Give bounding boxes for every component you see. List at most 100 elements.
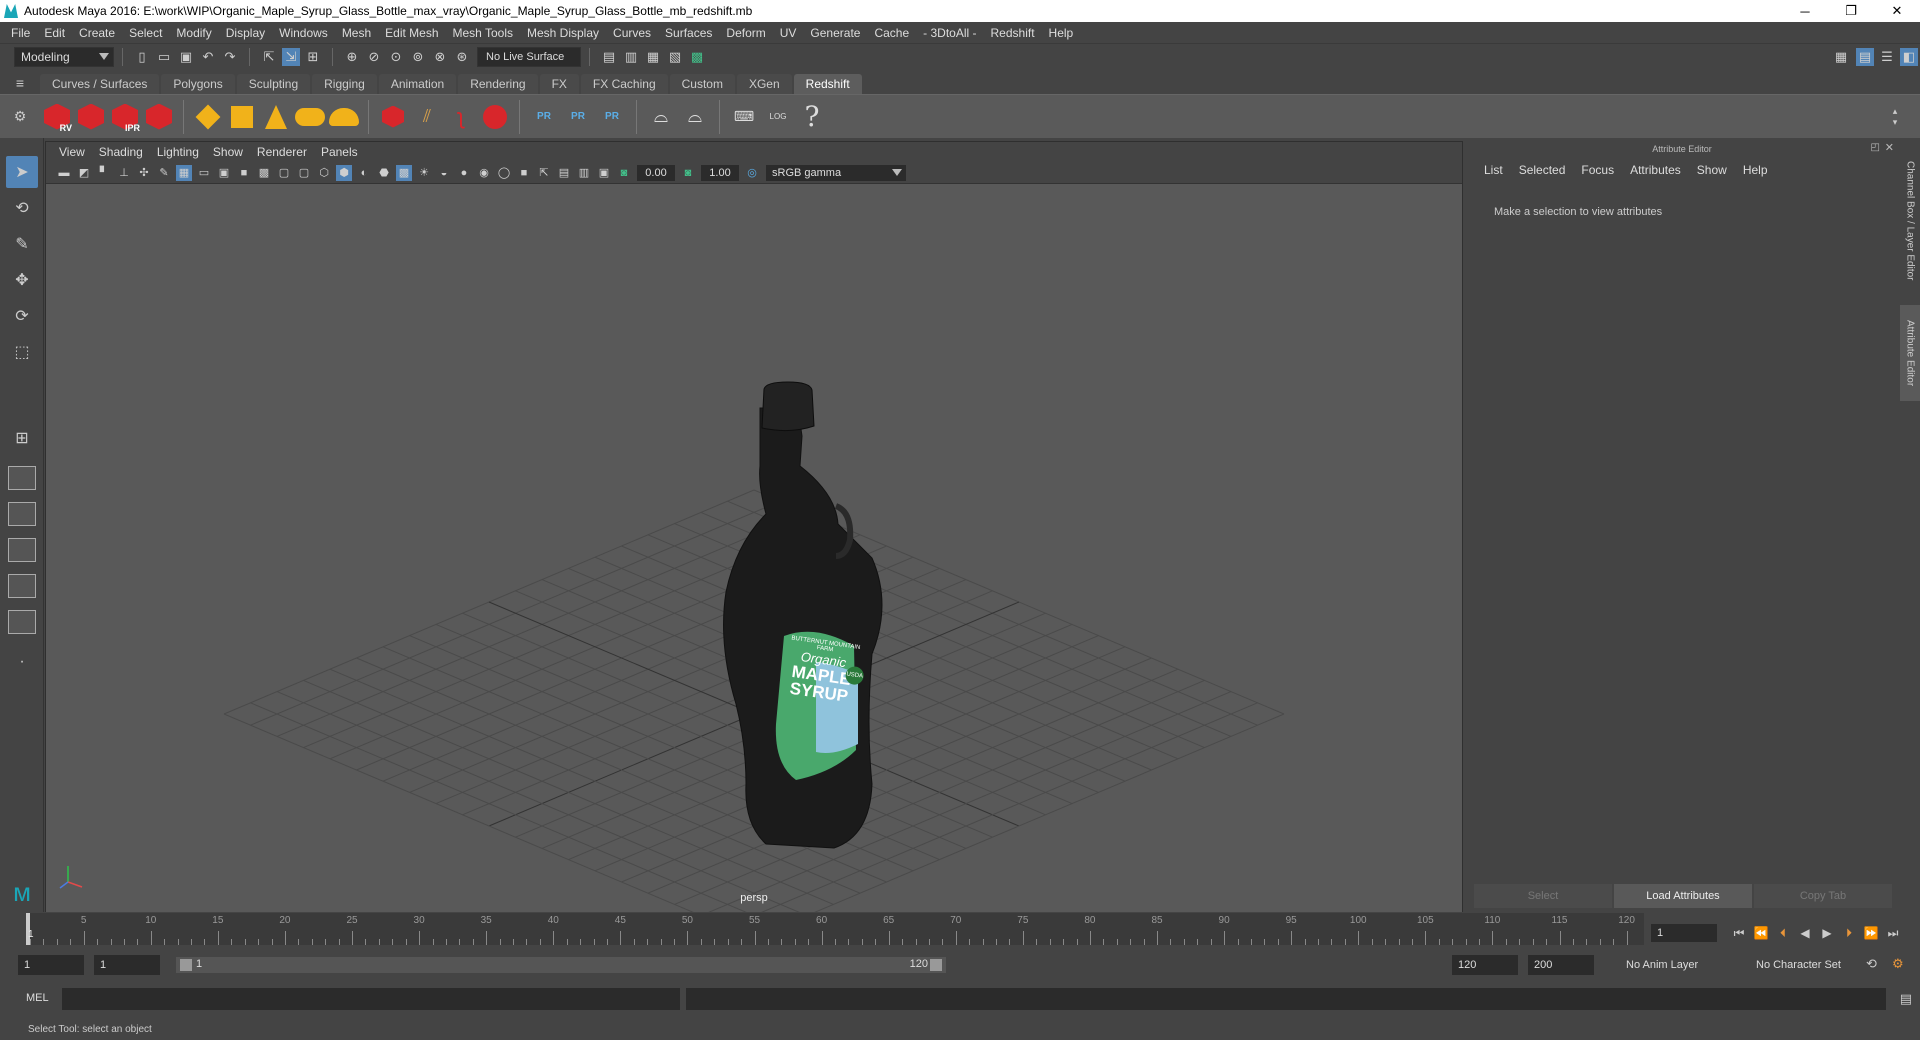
camera-attributes-icon[interactable]: ◩ [76, 165, 92, 181]
resolution-gate-icon[interactable]: ▣ [216, 165, 232, 181]
shelf-menu-icon[interactable]: ≡ [0, 72, 40, 94]
play-forwards-icon[interactable]: ▶ [1816, 926, 1838, 940]
single-perspective-layout-icon[interactable]: ⊞ [6, 422, 38, 454]
screen-space-ao-icon[interactable]: ● [456, 165, 472, 181]
depth-of-field-icon[interactable]: ■ [516, 165, 532, 181]
workspace-icon[interactable]: ▦ [1832, 48, 1850, 66]
exposure-icon[interactable]: ◙ [616, 165, 632, 181]
panel-menu-view[interactable]: View [52, 145, 92, 159]
menu-select[interactable]: Select [122, 26, 169, 40]
shelf-tab-fx[interactable]: FX [539, 74, 579, 94]
motion-blur-icon[interactable]: ◉ [476, 165, 492, 181]
toggle-ui-icon[interactable]: ◧ [1900, 48, 1918, 66]
ae-menu-focus[interactable]: Focus [1573, 163, 1622, 177]
redshift-material-icon[interactable]: ⌓ [646, 100, 676, 134]
menu-file[interactable]: File [4, 26, 37, 40]
snap-grid-icon[interactable]: ⊕ [343, 48, 361, 66]
shelf-tab-animation[interactable]: Animation [378, 74, 457, 94]
view-transform-dropdown[interactable]: sRGB gamma [766, 164, 906, 181]
range-slider-start-handle[interactable] [180, 959, 192, 971]
menu-edit-mesh[interactable]: Edit Mesh [378, 26, 445, 40]
redshift-portal-light-icon[interactable] [227, 100, 257, 134]
film-gate-icon[interactable]: ▭ [196, 165, 212, 181]
ae-menu-list[interactable]: List [1476, 163, 1511, 177]
playback-end-field[interactable]: 120 [1452, 955, 1518, 975]
shelf-tab-redshift[interactable]: Redshift [793, 74, 862, 94]
close-button[interactable]: ✕ [1874, 0, 1920, 22]
save-scene-icon[interactable]: ▣ [177, 48, 195, 66]
step-forward-frame-icon[interactable]: ⏵ [1838, 926, 1860, 941]
perspective-viewport[interactable]: BUTTERNUT MOUNTAIN FARM Organic MAPLE SY… [46, 184, 1462, 912]
undo-icon[interactable]: ↶ [199, 48, 217, 66]
bookmarks-icon[interactable]: ▘ [96, 165, 112, 181]
redo-icon[interactable]: ↷ [221, 48, 239, 66]
custom-layout-icon[interactable] [8, 610, 36, 634]
menu-deform[interactable]: Deform [719, 26, 772, 40]
gamma-field[interactable]: 1.00 [701, 164, 739, 181]
animation-prefs-icon[interactable]: ⚙ [1892, 956, 1904, 972]
shelf-options-icon[interactable]: ⚙ [0, 106, 40, 128]
menu-uv[interactable]: UV [773, 26, 804, 40]
ae-menu-show[interactable]: Show [1689, 163, 1735, 177]
rotate-tool-icon[interactable]: ⟳ [6, 300, 38, 332]
ae-menu-help[interactable]: Help [1735, 163, 1776, 177]
menu-modify[interactable]: Modify [169, 26, 218, 40]
step-back-key-icon[interactable]: ⏪ [1750, 926, 1772, 940]
select-camera-icon[interactable]: ▬ [56, 165, 72, 181]
shelf-tab-xgen[interactable]: XGen [736, 74, 792, 94]
menu-3dtoall[interactable]: - 3DtoAll - [916, 26, 983, 40]
menu-windows[interactable]: Windows [272, 26, 335, 40]
command-input[interactable] [62, 988, 680, 1010]
range-slider-end-handle[interactable] [930, 959, 942, 971]
image-plane-icon[interactable]: ⊥ [116, 165, 132, 181]
help-icon[interactable]: ? [797, 100, 827, 134]
redshift-proxy-import-icon[interactable]: PR [529, 100, 559, 134]
redshift-ies-light-icon[interactable] [295, 100, 325, 134]
shelf-scroll-icon[interactable]: ▴ ▾ [1880, 100, 1910, 134]
time-slider[interactable]: 5 10 15 20 25 30 35 40 45 50 55 60 65 70 75 80 85 90 95 100… [26, 913, 1644, 945]
shelf-tab-fx-caching[interactable]: FX Caching [580, 74, 668, 94]
textured-icon[interactable]: ▩ [396, 164, 412, 181]
float-panel-icon[interactable]: ◰ [1871, 142, 1880, 153]
menuset-dropdown[interactable]: Modeling [14, 47, 114, 67]
hypershade-icon[interactable]: ▩ [688, 48, 706, 66]
render-view-icon[interactable]: ▧ [666, 48, 684, 66]
redshift-curve-icon[interactable]: ʅ [446, 100, 476, 134]
snap-curve-icon[interactable]: ⊘ [365, 48, 383, 66]
ae-menu-attributes[interactable]: Attributes [1622, 163, 1689, 177]
color-management-icon[interactable]: ◎ [744, 165, 760, 181]
select-tool-icon[interactable]: ➤ [6, 156, 38, 188]
redshift-sphere-icon[interactable] [480, 100, 510, 134]
select-button[interactable]: Select [1474, 884, 1612, 908]
snap-view-plane-icon[interactable]: ⊚ [409, 48, 427, 66]
menu-create[interactable]: Create [72, 26, 122, 40]
live-surface-field[interactable]: No Live Surface [477, 47, 581, 67]
shelf-tab-sculpting[interactable]: Sculpting [236, 74, 311, 94]
open-scene-icon[interactable]: ▭ [155, 48, 173, 66]
redshift-render-view-icon[interactable]: RV [42, 100, 72, 134]
script-language-toggle[interactable]: MEL [26, 992, 49, 1004]
use-default-material-icon[interactable]: ◐ [356, 165, 372, 181]
script-editor-icon[interactable]: ▤ [1900, 991, 1912, 1007]
shelf-tab-custom[interactable]: Custom [669, 74, 735, 94]
ae-menu-selected[interactable]: Selected [1511, 163, 1574, 177]
current-time-field[interactable]: 1 [1651, 924, 1717, 942]
snap-magnet-icon[interactable]: ⊛ [453, 48, 471, 66]
character-set-dropdown[interactable]: No Character Set [1748, 955, 1868, 975]
playback-start-field[interactable]: 1 [94, 955, 160, 975]
redshift-dome-light-icon[interactable] [329, 100, 359, 134]
menu-help[interactable]: Help [1042, 26, 1081, 40]
shelf-tab-curves-surfaces[interactable]: Curves / Surfaces [40, 74, 160, 94]
redshift-settings-icon[interactable] [144, 100, 174, 134]
step-back-frame-icon[interactable]: ⏴ [1772, 926, 1794, 941]
restore-button[interactable]: ❐ [1828, 0, 1874, 22]
menu-cache[interactable]: Cache [867, 26, 916, 40]
xray-icon[interactable]: ▤ [556, 165, 572, 181]
safe-title-icon[interactable]: ▢ [296, 165, 312, 181]
range-slider[interactable]: 1 120 [176, 957, 946, 973]
shelf-tab-rigging[interactable]: Rigging [312, 74, 377, 94]
menu-mesh[interactable]: Mesh [335, 26, 378, 40]
menu-mesh-display[interactable]: Mesh Display [520, 26, 606, 40]
redshift-script-icon[interactable]: ⌨ [729, 100, 759, 134]
make-live-icon[interactable]: ⊗ [431, 48, 449, 66]
